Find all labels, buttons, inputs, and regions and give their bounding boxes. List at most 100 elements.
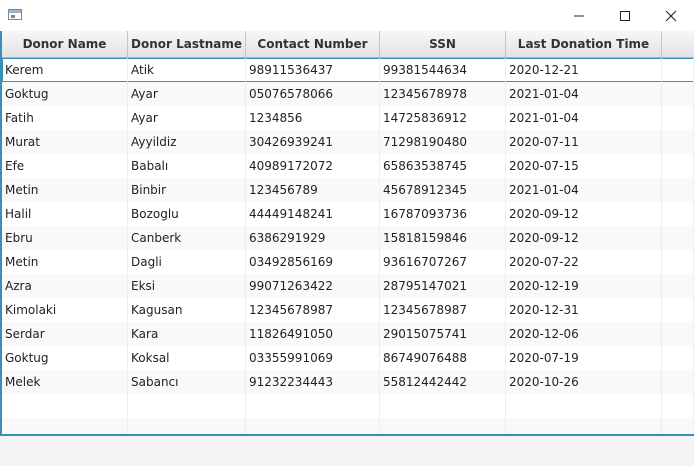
- table-cell: 98911536437: [246, 58, 380, 82]
- table-cell: 03492856169: [246, 250, 380, 274]
- table-cell: [662, 106, 694, 130]
- table-cell: Metin: [2, 178, 128, 202]
- column-header-contact-number[interactable]: Contact Number: [246, 31, 380, 57]
- column-header-donor-name[interactable]: Donor Name: [2, 31, 128, 57]
- table-row[interactable]: Goktug Koksal 03355991069 86749076488 2020-0…: [2, 346, 694, 370]
- table-row[interactable]: Melek Sabancı 91232234443 55812442442 2020-1…: [2, 370, 694, 394]
- table-row[interactable]: Fatih Ayar 1234856 14725836912 2021-01-04: [2, 106, 694, 130]
- table-cell: 2020-12-21: [506, 58, 662, 82]
- table-cell: 2020-12-19: [506, 274, 662, 298]
- table-row[interactable]: Efe Babalı 40989172072 65863538745 2020-07-1…: [2, 154, 694, 178]
- table-cell: [380, 418, 506, 434]
- table-cell: 12345678987: [380, 298, 506, 322]
- column-header-filler: [662, 31, 694, 57]
- table-cell: [2, 394, 128, 418]
- table-cell: 99381544634: [380, 58, 506, 82]
- table-cell: [662, 250, 694, 274]
- table-cell: [662, 178, 694, 202]
- table-cell: [662, 298, 694, 322]
- table-cell: Kimolaki: [2, 298, 128, 322]
- table-cell: Azra: [2, 274, 128, 298]
- table-cell: Halil: [2, 202, 128, 226]
- table-row[interactable]: Kerem Atik 98911536437 99381544634 2020-12-2…: [2, 58, 694, 82]
- maximize-button[interactable]: [602, 0, 648, 31]
- table-cell: Dagli: [128, 250, 246, 274]
- table-cell: Kagusan: [128, 298, 246, 322]
- table-cell: 123456789: [246, 178, 380, 202]
- table-cell: Babalı: [128, 154, 246, 178]
- table-cell: 12345678987: [246, 298, 380, 322]
- table-row[interactable]: Goktug Ayar 05076578066 12345678978 2021-01-…: [2, 82, 694, 106]
- column-header-donor-lastname[interactable]: Donor Lastname: [128, 31, 246, 57]
- table-cell: [506, 394, 662, 418]
- table-row[interactable]: Metin Binbir 123456789 45678912345 2021-01-0…: [2, 178, 694, 202]
- table-row[interactable]: Halil Bozoglu 44449148241 16787093736 2020-0…: [2, 202, 694, 226]
- table-cell: 12345678978: [380, 82, 506, 106]
- empty-table-row[interactable]: [2, 394, 694, 418]
- table-cell: 2021-01-04: [506, 106, 662, 130]
- table-cell: 05076578066: [246, 82, 380, 106]
- table-cell: 15818159846: [380, 226, 506, 250]
- column-header-last-donation-time[interactable]: Last Donation Time: [506, 31, 662, 57]
- table-cell: Efe: [2, 154, 128, 178]
- table-cell: 1234856: [246, 106, 380, 130]
- table-cell: 86749076488: [380, 346, 506, 370]
- table-cell: 30426939241: [246, 130, 380, 154]
- table-cell: Metin: [2, 250, 128, 274]
- column-header-ssn[interactable]: SSN: [380, 31, 506, 57]
- table-row[interactable]: Kimolaki Kagusan 12345678987 12345678987 202…: [2, 298, 694, 322]
- table-cell: Koksal: [128, 346, 246, 370]
- table-cell: 6386291929: [246, 226, 380, 250]
- table-cell: [662, 130, 694, 154]
- table-cell: Serdar: [2, 322, 128, 346]
- minimize-icon: [574, 15, 584, 16]
- table-cell: 44449148241: [246, 202, 380, 226]
- table-cell: 2020-07-11: [506, 130, 662, 154]
- table-cell: 29015075741: [380, 322, 506, 346]
- table-cell: Murat: [2, 130, 128, 154]
- table-cell: Ayar: [128, 82, 246, 106]
- table-cell: [662, 346, 694, 370]
- title-bar: [0, 0, 694, 31]
- table-cell: 2020-12-06: [506, 322, 662, 346]
- maximize-icon: [620, 10, 630, 21]
- table-cell: 45678912345: [380, 178, 506, 202]
- table-row[interactable]: Metin Dagli 03492856169 93616707267 2020-07-…: [2, 250, 694, 274]
- table-cell: [662, 154, 694, 178]
- table-header: Donor Name Donor Lastname Contact Number…: [2, 31, 694, 58]
- table-cell: 2021-01-04: [506, 178, 662, 202]
- table-row[interactable]: Serdar Kara 11826491050 29015075741 2020-12-…: [2, 322, 694, 346]
- table-row[interactable]: Murat Ayyildiz 30426939241 71298190480 2020-…: [2, 130, 694, 154]
- donor-table[interactable]: Donor Name Donor Lastname Contact Number…: [0, 31, 694, 436]
- table-cell: 11826491050: [246, 322, 380, 346]
- table-cell: [662, 58, 694, 82]
- table-row[interactable]: Azra Eksi 99071263422 28795147021 2020-12-19: [2, 274, 694, 298]
- table-cell: 14725836912: [380, 106, 506, 130]
- table-cell: [662, 394, 694, 418]
- table-cell: Goktug: [2, 346, 128, 370]
- table-cell: 93616707267: [380, 250, 506, 274]
- table-cell: 2020-10-26: [506, 370, 662, 394]
- table-cell: Binbir: [128, 178, 246, 202]
- table-cell: 2020-12-31: [506, 298, 662, 322]
- table-cell: [246, 418, 380, 434]
- table-cell: Eksi: [128, 274, 246, 298]
- table-cell: Goktug: [2, 82, 128, 106]
- table-cell: 2020-07-19: [506, 346, 662, 370]
- minimize-button[interactable]: [556, 0, 602, 31]
- table-cell: [506, 418, 662, 434]
- empty-table-row[interactable]: [2, 418, 694, 434]
- table-cell: 2020-07-22: [506, 250, 662, 274]
- table-cell: 99071263422: [246, 274, 380, 298]
- table-cell: 2020-09-12: [506, 226, 662, 250]
- table-row[interactable]: Ebru Canberk 6386291929 15818159846 2020-09-…: [2, 226, 694, 250]
- table-cell: [128, 394, 246, 418]
- table-cell: [2, 418, 128, 434]
- close-button[interactable]: [648, 0, 694, 31]
- table-cell: [246, 394, 380, 418]
- table-cell: Canberk: [128, 226, 246, 250]
- table-cell: Bozoglu: [128, 202, 246, 226]
- table-cell: 91232234443: [246, 370, 380, 394]
- table-cell: 2020-07-15: [506, 154, 662, 178]
- table-cell: 55812442442: [380, 370, 506, 394]
